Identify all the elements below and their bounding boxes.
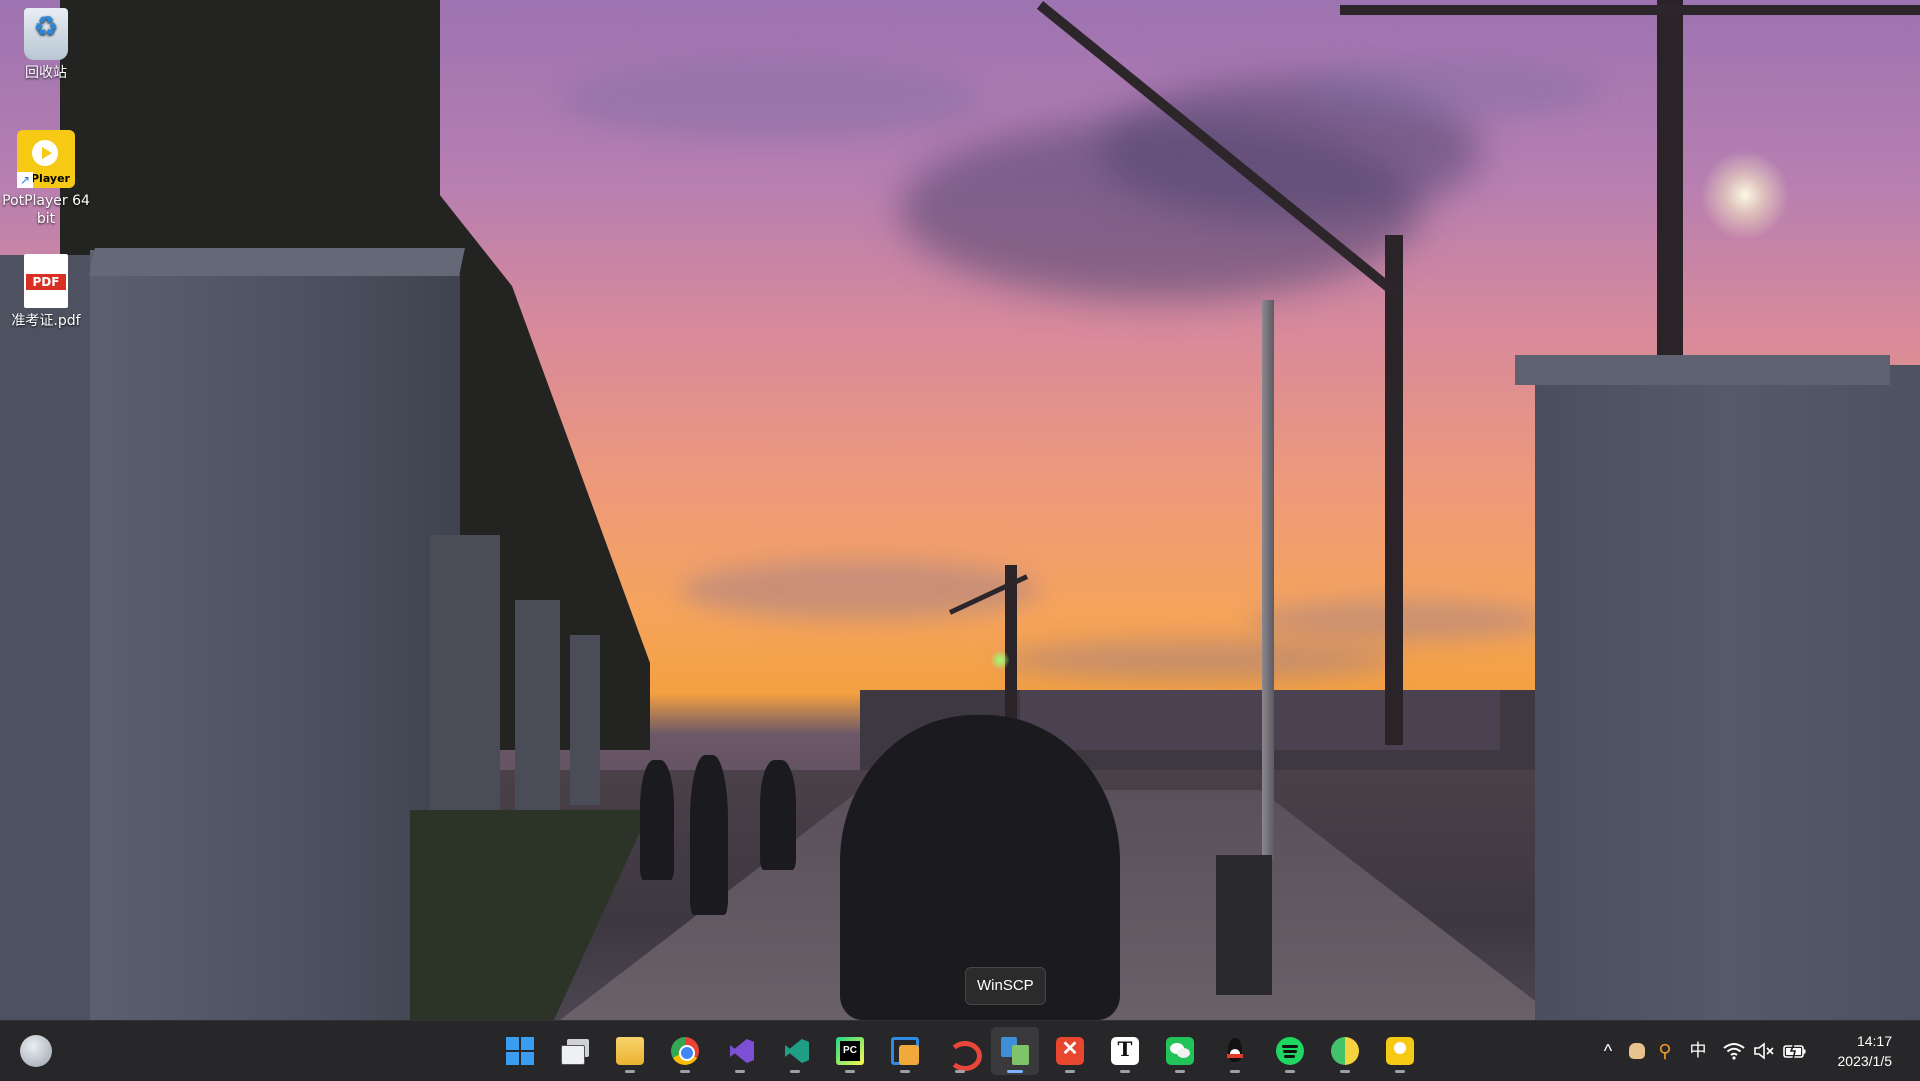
remote-desktop-icon bbox=[891, 1037, 919, 1065]
clock-date: 2023/1/5 bbox=[1837, 1053, 1893, 1069]
vscode-icon bbox=[781, 1037, 809, 1065]
visual-studio-icon bbox=[726, 1037, 754, 1065]
spotify-icon bbox=[1276, 1037, 1304, 1065]
system-tray: ^ ⚲ 中 14:17 2023/1/5 bbox=[1590, 1021, 1920, 1081]
taskbar-app-snail[interactable] bbox=[936, 1027, 984, 1075]
taskbar-app-spotify[interactable] bbox=[1266, 1027, 1314, 1075]
taskbar-app-music-player[interactable] bbox=[1321, 1027, 1369, 1075]
task-view-icon bbox=[561, 1037, 589, 1065]
chrome-icon bbox=[671, 1037, 699, 1065]
taskbar-tooltip: WinSCP bbox=[965, 967, 1046, 1005]
xmind-icon: ✕ bbox=[1056, 1037, 1084, 1065]
winscp-icon bbox=[1001, 1037, 1029, 1065]
taskbar-app-remote-desktop[interactable] bbox=[881, 1027, 929, 1075]
taskbar-app-qq[interactable] bbox=[1211, 1027, 1259, 1075]
taskbar-app-xmind[interactable]: ✕ bbox=[1046, 1027, 1094, 1075]
pdf-file-icon: PDF bbox=[24, 254, 68, 308]
music-player-icon bbox=[1331, 1037, 1359, 1065]
ime-indicator[interactable]: 中 bbox=[1686, 1039, 1710, 1063]
taskbar-app-winscp[interactable] bbox=[991, 1027, 1039, 1075]
snail-icon bbox=[946, 1037, 982, 1071]
potplayer-icon: Player ↗ bbox=[17, 130, 75, 188]
wifi-icon[interactable] bbox=[1722, 1039, 1746, 1063]
taskbar-app-vscode[interactable] bbox=[771, 1027, 819, 1075]
typora-icon: T bbox=[1111, 1037, 1139, 1065]
potplayer-taskbar-icon bbox=[1386, 1037, 1414, 1065]
taskbar: PC ✕ T ^ ⚲ 中 14:17 2023/1/5 bbox=[0, 1020, 1920, 1081]
widgets-weather-icon[interactable] bbox=[20, 1035, 52, 1067]
desktop-wallpaper bbox=[0, 0, 1920, 1020]
cat-tray-icon[interactable] bbox=[1626, 1039, 1648, 1063]
taskbar-app-potplayer[interactable] bbox=[1376, 1027, 1424, 1075]
desktop-icon-pdf-file[interactable]: PDF 准考证.pdf bbox=[0, 254, 92, 330]
taskbar-app-pycharm[interactable]: PC bbox=[826, 1027, 874, 1075]
desktop-icon-label: PotPlayer 64 bit bbox=[2, 193, 90, 227]
file-explorer-icon bbox=[616, 1037, 644, 1065]
desktop-icon-label: 回收站 bbox=[25, 65, 67, 81]
chevron-up-icon[interactable]: ^ bbox=[1598, 1039, 1618, 1063]
windows-start-icon bbox=[506, 1037, 534, 1065]
clock-time: 14:17 bbox=[1856, 1033, 1892, 1049]
taskbar-app-chrome[interactable] bbox=[661, 1027, 709, 1075]
pycharm-icon: PC bbox=[836, 1037, 864, 1065]
taskbar-app-file-explorer[interactable] bbox=[606, 1027, 654, 1075]
search-tray-icon[interactable]: ⚲ bbox=[1654, 1039, 1676, 1063]
system-clock[interactable]: 14:17 2023/1/5 bbox=[1838, 1031, 1893, 1071]
taskbar-app-typora[interactable]: T bbox=[1101, 1027, 1149, 1075]
volume-muted-icon[interactable] bbox=[1752, 1039, 1776, 1063]
taskbar-app-wechat[interactable] bbox=[1156, 1027, 1204, 1075]
shortcut-arrow-icon: ↗ bbox=[17, 172, 33, 188]
recycle-bin-icon bbox=[24, 8, 68, 60]
battery-charging-icon[interactable] bbox=[1782, 1039, 1808, 1063]
qq-icon bbox=[1221, 1037, 1249, 1065]
start-button[interactable] bbox=[496, 1027, 544, 1075]
task-view-button[interactable] bbox=[551, 1027, 599, 1075]
desktop-icon-potplayer[interactable]: Player ↗ PotPlayer 64 bit bbox=[0, 130, 92, 228]
wechat-icon bbox=[1166, 1037, 1194, 1065]
taskbar-app-visual-studio[interactable] bbox=[716, 1027, 764, 1075]
desktop-icon-label: 准考证.pdf bbox=[11, 313, 81, 329]
desktop-icon-recycle-bin[interactable]: 回收站 bbox=[0, 8, 92, 82]
